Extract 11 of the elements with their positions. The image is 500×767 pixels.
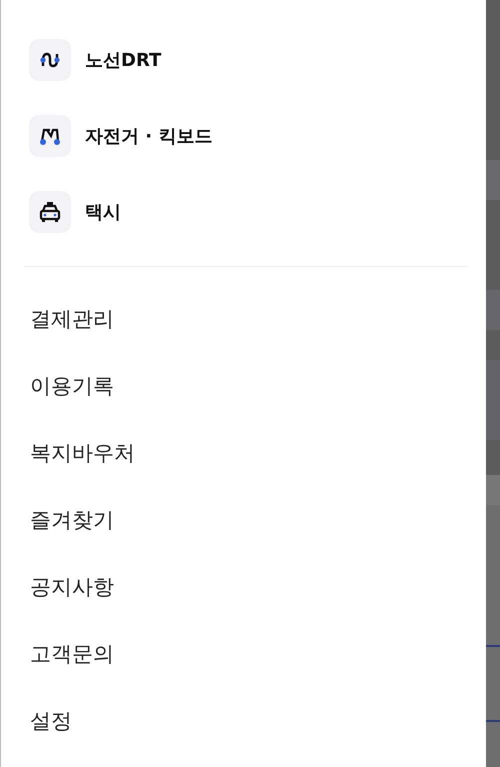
service-item[interactable]: 노선DRT [85,48,162,72]
menu-item[interactable]: 즐겨찾기 [30,507,114,534]
service-item[interactable]: 택시 [85,200,121,224]
menu-item[interactable]: 고객문의 [30,641,114,668]
menu-item[interactable]: 결제관리 [30,306,114,333]
menu-item[interactable]: 복지바우처 [30,440,135,467]
service-item[interactable]: 자전거 · 킥보드 [85,124,212,148]
menu-item[interactable]: 이용기록 [30,373,114,400]
menu-item[interactable]: 설정 [30,708,72,735]
menu-item[interactable]: 공지사항 [30,574,114,601]
taxi-icon [38,200,62,224]
